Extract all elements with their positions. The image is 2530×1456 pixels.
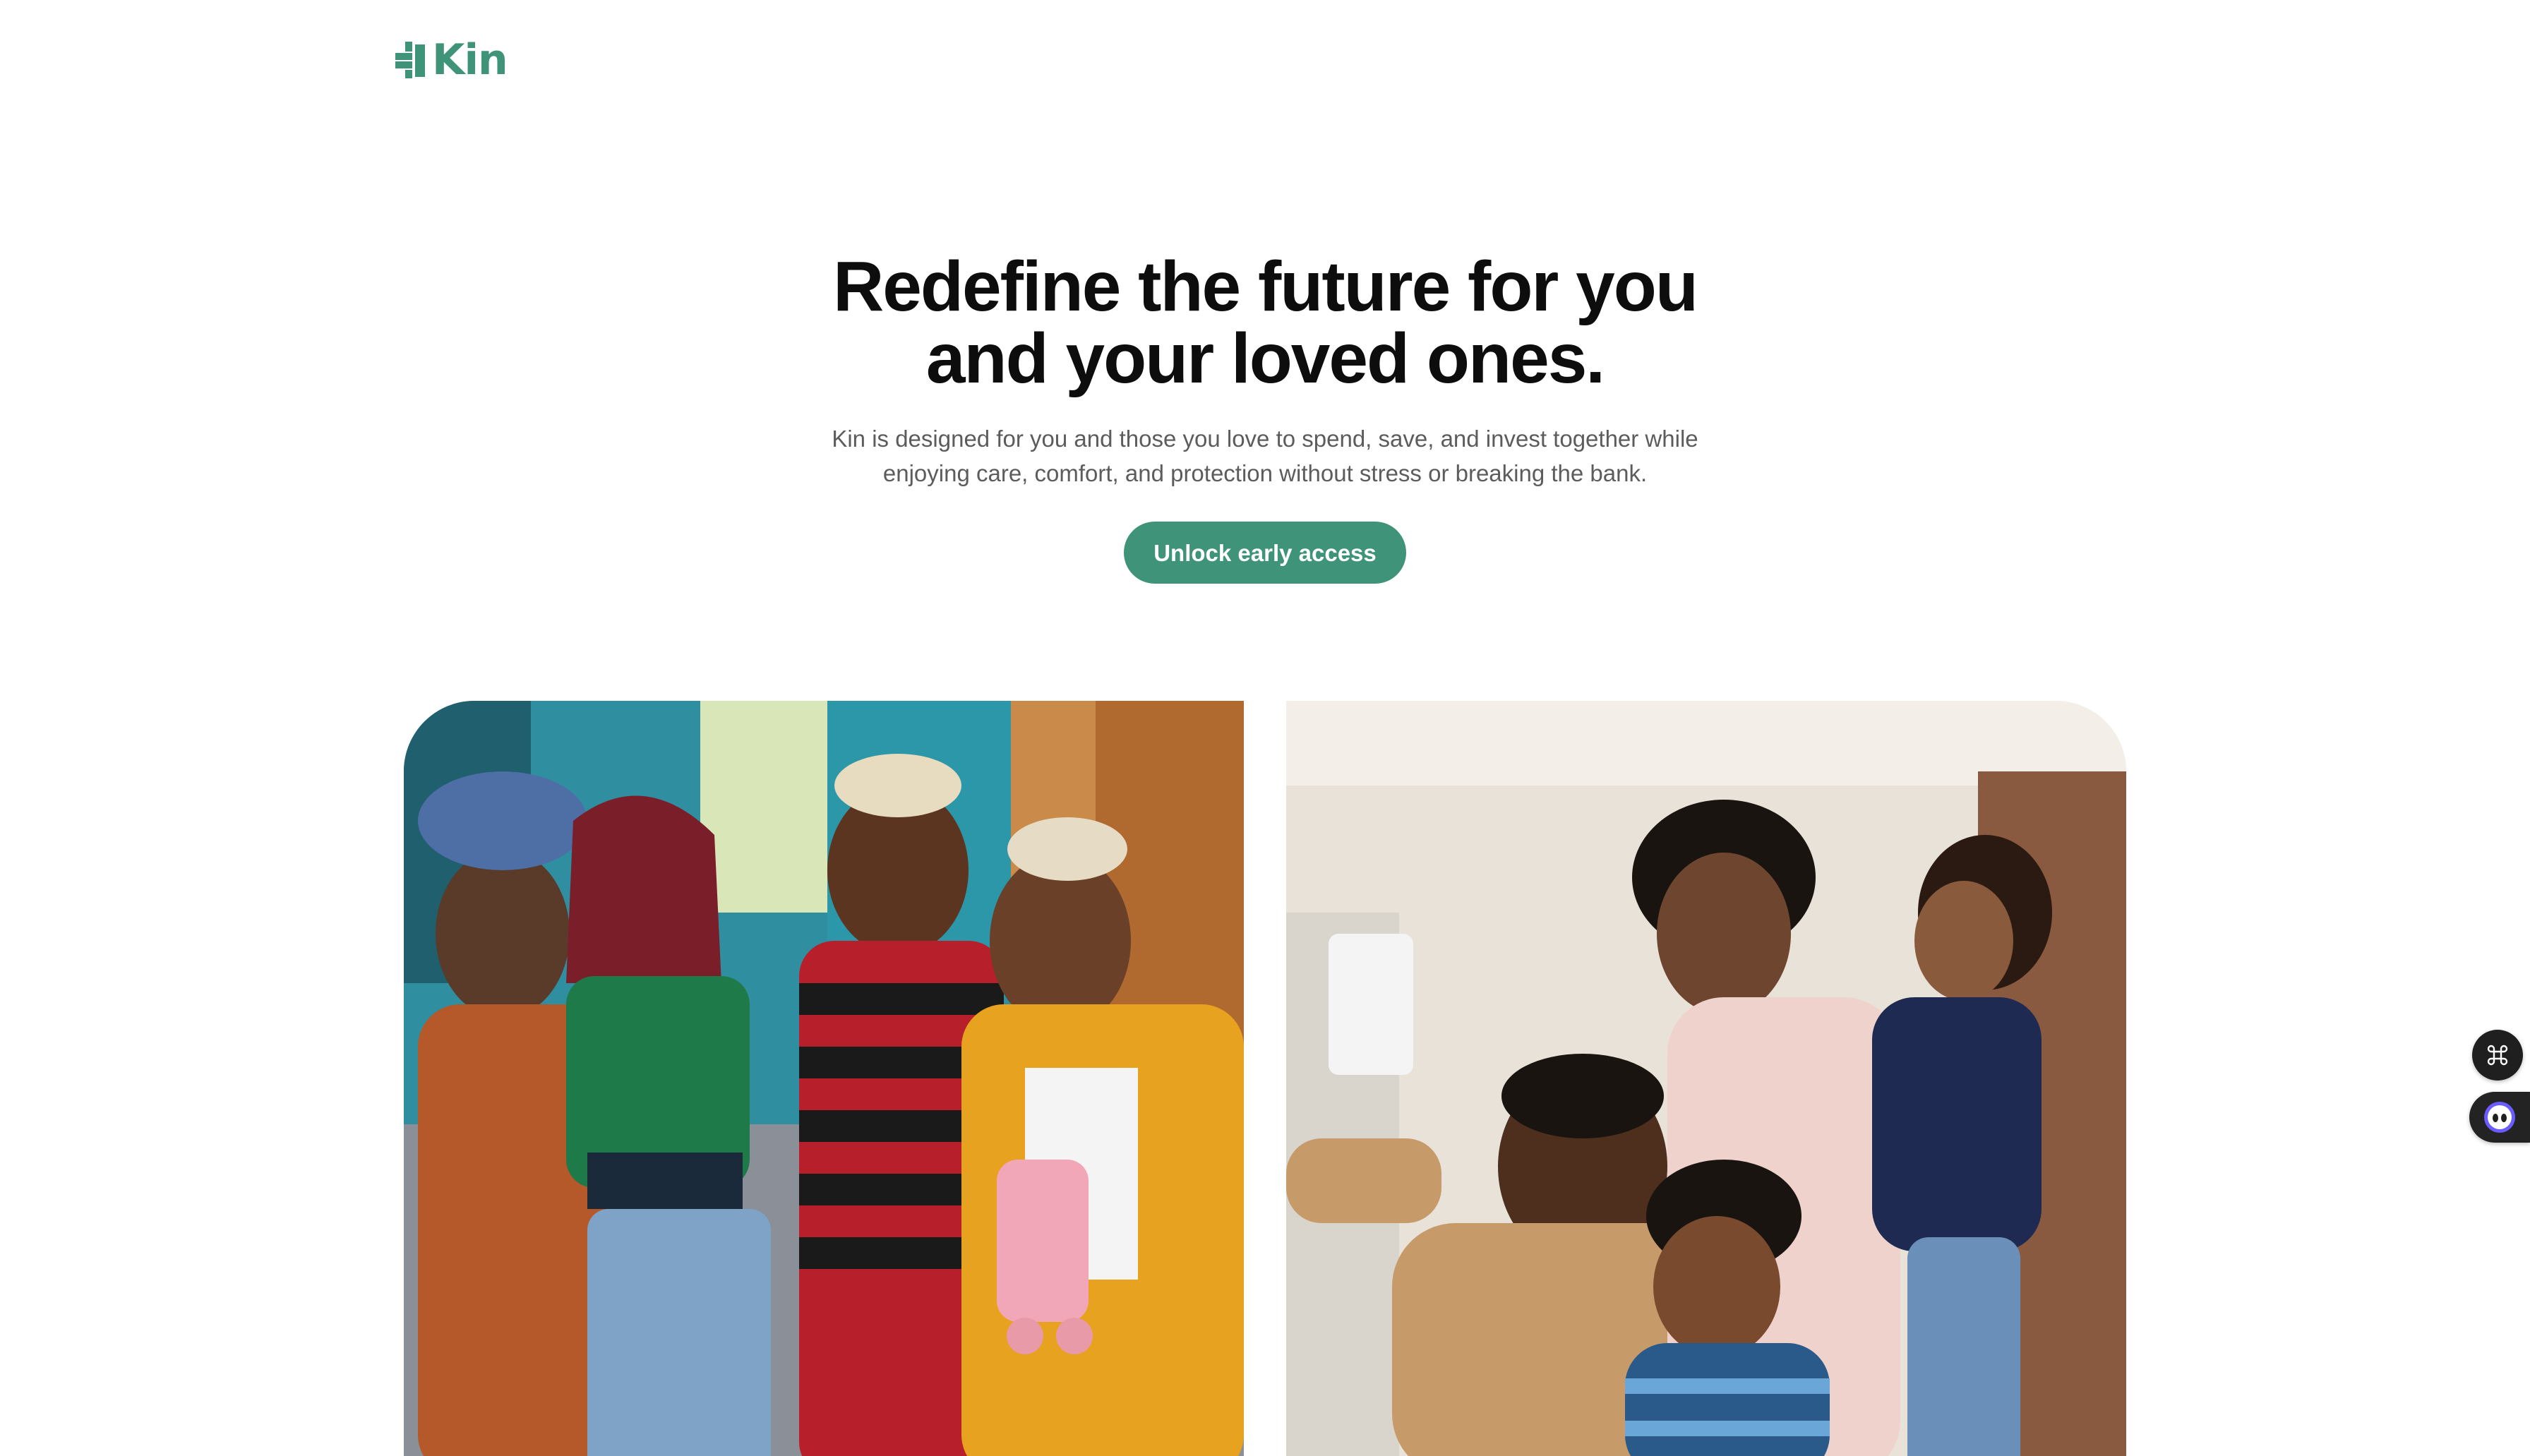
brand-logo[interactable]: Kin [395,35,508,85]
page: Kin Redefine the future for you and your… [0,0,2530,1456]
assistant-chat-button[interactable] [2469,1092,2530,1143]
family-photo-illustration [1286,701,2126,1456]
friends-photo-illustration [404,701,1244,1456]
hero-headline: Redefine the future for you and your lov… [833,247,1698,398]
command-menu-button[interactable] [2472,1030,2523,1081]
command-key-icon [2487,1045,2508,1066]
photo-friends-group [404,701,1244,1456]
photo-family-selfie [1286,701,2126,1456]
kin-logo-mark-icon [395,42,425,78]
chat-bot-icon [2484,1102,2515,1133]
hero-subtext: Kin is designed for you and those you lo… [832,426,1698,486]
unlock-early-access-button[interactable]: Unlock early access [1124,522,1406,584]
brand-name: Kin [432,35,508,85]
hero-section: Redefine the future for you and your lov… [0,251,2530,584]
